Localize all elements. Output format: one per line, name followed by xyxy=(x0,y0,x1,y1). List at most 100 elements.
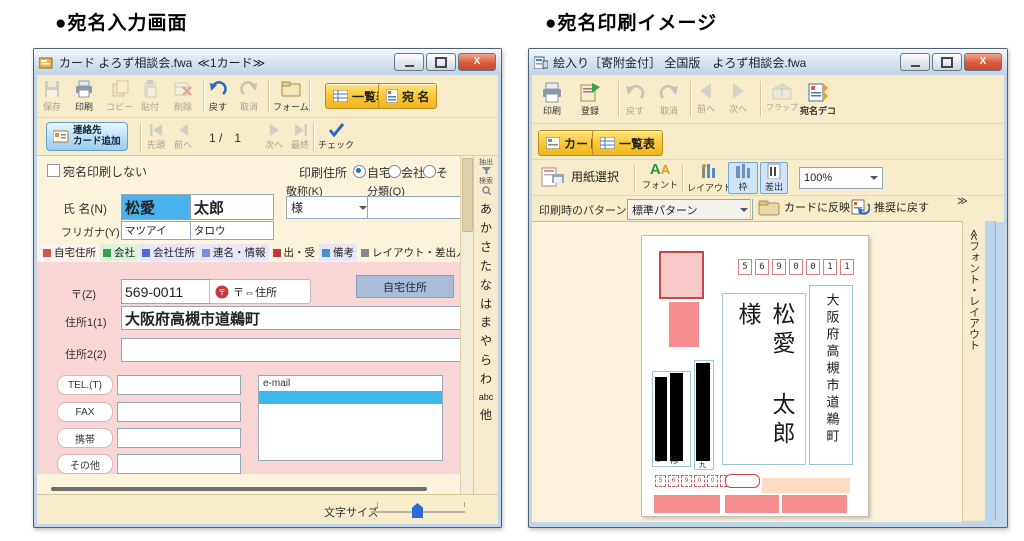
print-button[interactable]: 印刷 xyxy=(74,79,94,113)
copy-button[interactable]: コピー xyxy=(106,79,133,113)
flap-button[interactable]: フラップ xyxy=(766,83,798,113)
search-button[interactable]: 検索 xyxy=(479,178,493,197)
atena-view-button[interactable]: 宛 名 xyxy=(378,83,437,109)
restore-recommended-button[interactable]: 推奨に戻す xyxy=(850,198,929,216)
sender-char: 九 xyxy=(699,462,706,469)
maximize-button[interactable] xyxy=(426,53,456,71)
address2-input[interactable] xyxy=(121,338,463,362)
save-button[interactable]: 保存 xyxy=(42,79,62,113)
zip-input[interactable]: 569-0011 xyxy=(121,279,211,304)
furigana-first-input[interactable]: タロウ xyxy=(190,221,274,240)
vertical-scrollbar[interactable] xyxy=(460,156,473,496)
frame-toggle-button[interactable]: 枠 xyxy=(728,162,758,194)
index-sa[interactable]: さ xyxy=(480,238,492,257)
redo-button[interactable]: 取消 xyxy=(239,79,259,113)
next-button[interactable]: 次へ xyxy=(728,81,748,115)
maximize-button[interactable] xyxy=(932,53,962,71)
font-layout-panel-collapsed[interactable]: ≪フォント・レイアウト xyxy=(962,221,987,521)
email-listbox[interactable]: e-mail xyxy=(258,375,443,461)
building2-icon xyxy=(142,249,150,257)
index-other[interactable]: 他 xyxy=(480,406,492,425)
last-name-input[interactable]: 松愛 xyxy=(121,194,195,220)
no-print-checkbox[interactable] xyxy=(47,164,60,177)
radio-home[interactable] xyxy=(353,165,366,178)
paper-select-button[interactable]: 用紙選択 xyxy=(540,164,619,188)
radio-company[interactable] xyxy=(388,165,401,178)
honorific-select[interactable]: 様 xyxy=(286,196,372,219)
tab-sent-received[interactable]: 出・受 xyxy=(270,244,319,261)
prev-button[interactable]: 前へ xyxy=(696,81,716,115)
reflect-to-card-button[interactable]: カードに反映 xyxy=(758,198,850,216)
undo-button[interactable]: 戻す xyxy=(208,79,228,113)
first-record-button[interactable]: 先頭 xyxy=(147,123,165,151)
mobile-input[interactable] xyxy=(117,428,241,448)
tab-company-address[interactable]: 会社住所 xyxy=(139,244,198,261)
expand-panel-button[interactable]: ≫ xyxy=(957,196,966,207)
radio-other[interactable] xyxy=(423,165,436,178)
undo-button[interactable]: 戻す xyxy=(624,81,646,117)
register-button[interactable]: 登録 xyxy=(578,81,602,117)
first-name-input[interactable]: 太郎 xyxy=(190,194,274,220)
close-button[interactable]: X xyxy=(964,53,1002,71)
index-ka[interactable]: か xyxy=(480,219,492,238)
sender-toggle-button[interactable]: 差出 xyxy=(760,162,788,194)
next-record-button[interactable]: 次へ xyxy=(265,123,283,151)
recipient-zip-boxes: 5690011 xyxy=(738,259,854,275)
email-header: e-mail xyxy=(259,376,442,391)
atena-deco-button[interactable]: 宛名デコ xyxy=(800,81,836,117)
index-a[interactable]: あ xyxy=(480,200,492,219)
index-ma[interactable]: ま xyxy=(480,313,492,332)
last-record-button[interactable]: 最終 xyxy=(291,123,309,151)
other-tel-input[interactable] xyxy=(117,454,241,474)
tab-company[interactable]: 会社 xyxy=(100,244,138,261)
font-button[interactable]: AA フォント xyxy=(642,162,678,191)
minimize-button[interactable] xyxy=(900,53,930,71)
index-ya[interactable]: や xyxy=(480,332,492,351)
record-nav-bar: 連絡先カード追加 先頭 前へ 1 / 1 次へ 最終 チェック xyxy=(37,117,498,156)
paste-button[interactable]: 貼付 xyxy=(140,79,160,113)
redo-button[interactable]: 取消 xyxy=(658,81,680,117)
print-button[interactable]: 印刷 xyxy=(540,81,564,117)
category-input[interactable] xyxy=(367,196,463,219)
address1-input[interactable]: 大阪府高槻市道鵜町 xyxy=(121,306,463,330)
pattern-select[interactable]: 標準パターン xyxy=(627,199,753,220)
delete-button[interactable]: 削除 xyxy=(173,79,193,113)
left-title-bar[interactable]: カード よろず相談会.fwa ≪1カード≫ X xyxy=(34,49,501,75)
index-wa[interactable]: わ xyxy=(480,370,492,389)
sender-address-frame[interactable]: 大 九 xyxy=(694,360,714,470)
tab-notes[interactable]: 備考 xyxy=(319,244,357,261)
recipient-address-frame[interactable]: 大阪府高槻市道鵜町 xyxy=(809,285,853,465)
prev-record-button[interactable]: 前へ xyxy=(174,123,192,151)
home-address-badge[interactable]: 自宅住所 xyxy=(356,275,454,298)
minimize-button[interactable] xyxy=(394,53,424,71)
close-button[interactable]: X xyxy=(458,53,496,71)
email-selected-row[interactable] xyxy=(259,391,442,404)
index-ta[interactable]: た xyxy=(480,257,492,276)
tab-list[interactable]: 一覧表 xyxy=(592,130,663,156)
horizontal-scrollbar[interactable] xyxy=(51,487,427,491)
postcard-preview: 5690011 大阪府高槻市道鵜町 松愛 太郎 様 七 修 大 九 569001… xyxy=(641,235,869,517)
font-size-slider-handle[interactable] xyxy=(412,503,423,518)
tab-home-address[interactable]: 自宅住所 xyxy=(40,244,99,261)
check-button[interactable]: チェック xyxy=(318,122,354,151)
window-title-badge: ≪1カード≫ xyxy=(197,54,265,71)
layout-button[interactable]: レイアウト xyxy=(687,162,732,194)
furigana-last-input[interactable]: マツアイ xyxy=(121,221,195,240)
index-abc[interactable]: abc xyxy=(479,389,494,406)
tab-layout-sender[interactable]: レイアウト・差出人 xyxy=(358,244,470,261)
postmark-icon: 〒 xyxy=(215,285,229,299)
tel-input[interactable] xyxy=(117,375,241,395)
index-ra[interactable]: ら xyxy=(480,351,492,370)
add-contact-card-button[interactable]: 連絡先カード追加 xyxy=(46,122,128,151)
right-title-bar[interactable]: 絵入り［寄附金付］ 全国版 よろず相談会.fwa X xyxy=(529,49,1007,75)
fax-input[interactable] xyxy=(117,402,241,422)
recipient-name-frame[interactable]: 松愛 太郎 様 xyxy=(722,293,806,465)
sender-name-frame[interactable]: 七 修 xyxy=(652,371,691,467)
index-ha[interactable]: は xyxy=(480,295,492,314)
form-button[interactable]: フォーム xyxy=(273,79,309,113)
tab-joint-info[interactable]: 連名・情報 xyxy=(199,244,269,261)
zip-address-convert-button[interactable]: 〒 〒⇔住所 xyxy=(209,279,311,304)
extract-filter-button[interactable]: 抽出 xyxy=(479,159,493,176)
index-na[interactable]: な xyxy=(480,276,492,295)
zoom-select[interactable]: 100% xyxy=(799,167,883,189)
